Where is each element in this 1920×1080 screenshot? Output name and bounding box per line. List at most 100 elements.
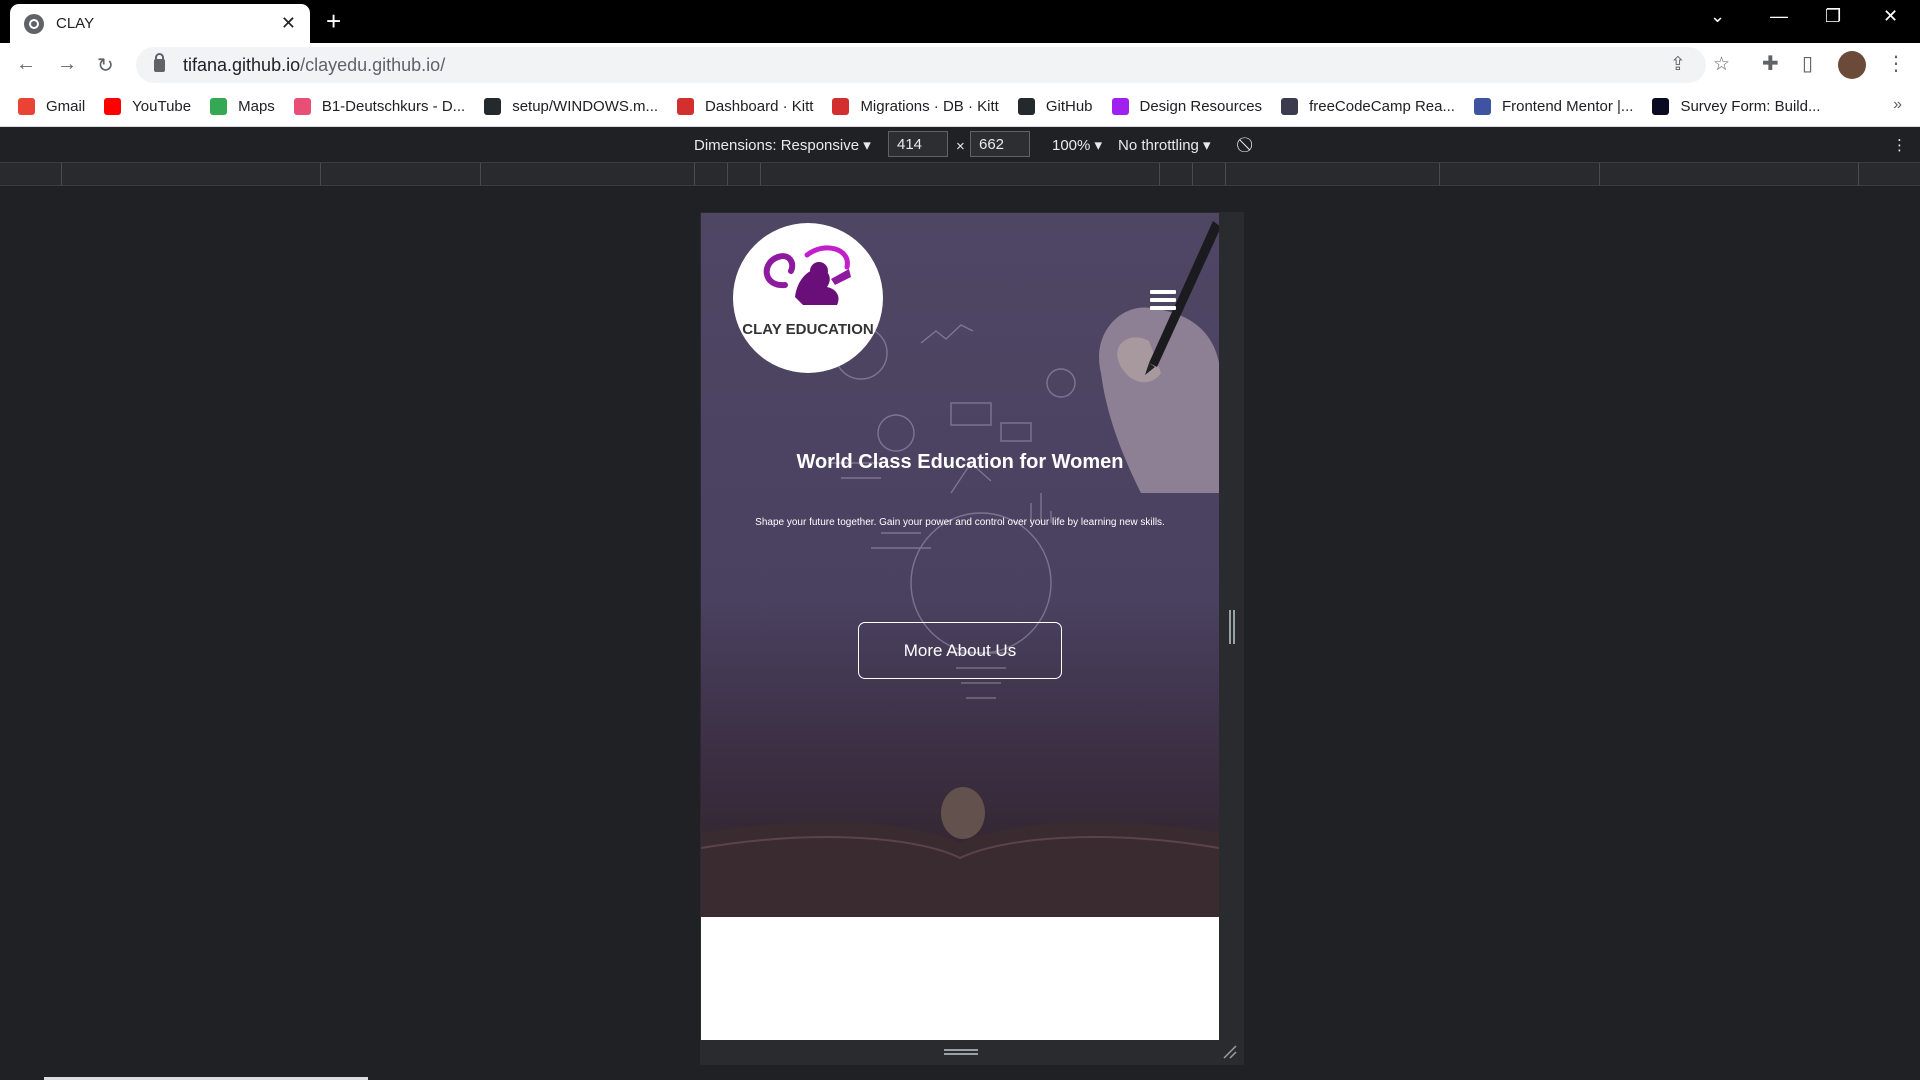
bookmark-item[interactable]: Frontend Mentor |... (1473, 98, 1634, 115)
bookmark-item[interactable]: Gmail (18, 98, 85, 115)
bookmarks-overflow-icon[interactable]: » (1893, 96, 1902, 114)
lock-icon[interactable] (154, 52, 165, 72)
dimensions-label: Dimensions: Responsive (694, 137, 860, 154)
reload-icon[interactable]: ↻ (97, 53, 114, 78)
menu-kebab-icon[interactable]: ⋮ (1886, 51, 1906, 76)
close-window-icon[interactable]: ✕ (1883, 6, 1898, 27)
ruler-segment[interactable] (727, 163, 728, 185)
bookmark-favicon-icon (1281, 98, 1299, 115)
device-toolbar: Dimensions: Responsive ▾ × 100% ▾ No thr… (0, 128, 1920, 162)
hero-subtitle: Shape your future together. Gain your po… (755, 517, 1165, 528)
bookmark-label: Design Resources (1139, 98, 1263, 115)
bookmark-favicon-icon (1017, 98, 1035, 115)
more-about-us-button[interactable]: More About Us (858, 622, 1062, 679)
bookmark-label: Migrations · DB · Kitt (860, 98, 999, 115)
browser-toolbar: ← → ↻ tifana.github.io/clayedu.github.io… (0, 43, 1920, 87)
new-tab-button[interactable]: + (326, 8, 341, 34)
times-sign: × (956, 138, 965, 155)
bookmarks-bar: Gmail YouTube Maps B1-Deutschkurs - D... set… (0, 87, 1920, 127)
tab-search-icon[interactable]: ⌄ (1710, 6, 1725, 27)
ruler-segment[interactable] (1599, 163, 1600, 185)
bookmark-label: Maps (238, 98, 275, 115)
bookmark-item[interactable]: YouTube (104, 98, 191, 115)
bookmark-label: GitHub (1045, 98, 1093, 115)
bookmark-label: YouTube (132, 98, 192, 115)
hero-title: World Class Education for Women (796, 451, 1124, 473)
side-panel-icon[interactable]: ▯ (1802, 51, 1813, 76)
bookmark-favicon-icon (18, 98, 35, 115)
bookmark-item[interactable]: Design Resources (1111, 98, 1263, 115)
bookmark-label: Dashboard · Kitt (705, 98, 814, 115)
bookmark-favicon-icon (293, 98, 311, 115)
bookmark-item[interactable]: Dashboard · Kitt (677, 98, 813, 115)
ruler-segment[interactable] (1225, 163, 1226, 185)
dimensions-dropdown[interactable]: Dimensions: Responsive ▾ (694, 136, 871, 154)
ruler-segment[interactable] (760, 163, 761, 185)
open-book-image (701, 787, 1219, 917)
bookmark-label: Gmail (46, 98, 86, 115)
ruler-segment[interactable] (694, 163, 695, 185)
ruler-segment[interactable] (61, 163, 62, 185)
throttling-label: No throttling (1118, 137, 1199, 154)
profile-avatar[interactable] (1838, 51, 1866, 79)
bookmark-item[interactable]: freeCodeCamp Rea... (1281, 98, 1455, 115)
bookmark-label: B1-Deutschkurs - D... (321, 98, 466, 115)
bookmark-item[interactable]: GitHub (1017, 98, 1093, 115)
page-content-area (701, 917, 1219, 1040)
globe-icon (24, 13, 44, 34)
browser-tab[interactable]: CLAY ✕ (10, 4, 310, 43)
bookmark-label: setup/WINDOWS.m... (512, 98, 659, 115)
minimize-icon[interactable]: — (1770, 6, 1788, 27)
hero-section: CLAY EDUCATION World Class Education for… (701, 213, 1219, 917)
ruler-segment[interactable] (320, 163, 321, 185)
close-tab-icon[interactable]: ✕ (281, 13, 296, 34)
width-input[interactable] (888, 131, 948, 157)
ruler-segment[interactable] (480, 163, 481, 185)
tab-title: CLAY (56, 15, 95, 32)
bookmark-item[interactable]: setup/WINDOWS.m... (484, 98, 658, 115)
ruler-segment[interactable] (1439, 163, 1440, 185)
bookmark-star-icon[interactable]: ☆ (1713, 53, 1730, 76)
bookmark-favicon-icon (484, 98, 502, 115)
bookmark-favicon-icon (1473, 98, 1491, 115)
url-path: /clayedu.github.io/ (300, 54, 446, 75)
title-bar: CLAY ✕ + ⌄ — ❐ ✕ (0, 0, 1920, 43)
ruler-segment[interactable] (1159, 163, 1160, 185)
address-bar[interactable]: tifana.github.io/clayedu.github.io/ (136, 47, 1706, 83)
emulated-viewport: CLAY EDUCATION World Class Education for… (701, 213, 1219, 1040)
share-icon[interactable]: ⇪ (1670, 53, 1686, 76)
throttling-dropdown[interactable]: No throttling ▾ (1118, 136, 1211, 154)
forward-icon[interactable]: → (57, 53, 77, 76)
bookmark-item[interactable]: Migrations · DB · Kitt (832, 98, 999, 115)
resize-bottom-handle[interactable] (944, 1049, 978, 1055)
bookmark-favicon-icon (832, 98, 850, 115)
bookmark-favicon-icon (1111, 98, 1129, 115)
url-host: tifana.github.io (183, 54, 301, 75)
ruler-segment[interactable] (1192, 163, 1193, 185)
media-query-ruler (0, 162, 1920, 186)
devtools-more-icon[interactable]: ⋮ (1892, 136, 1907, 154)
bookmark-item[interactable]: Maps (210, 98, 275, 115)
bookmark-label: Survey Form: Build... (1680, 98, 1821, 115)
bookmark-item[interactable]: B1-Deutschkurs - D... (293, 98, 466, 115)
bookmark-label: Frontend Mentor |... (1501, 98, 1634, 115)
hamburger-menu-icon[interactable] (1150, 290, 1176, 310)
bookmark-favicon-icon (1652, 98, 1670, 115)
height-input[interactable] (970, 131, 1030, 157)
bookmark-item[interactable]: Survey Form: Build... (1652, 98, 1820, 115)
logo-text: CLAY EDUCATION (742, 321, 874, 338)
woman-silhouette-logo-icon (763, 245, 851, 305)
zoom-label: 100% (1052, 137, 1091, 154)
resize-right-handle[interactable] (1229, 610, 1235, 644)
restore-icon[interactable]: ❐ (1825, 6, 1841, 27)
bookmark-favicon-icon (210, 98, 228, 115)
resize-corner-icon[interactable] (1222, 1044, 1238, 1060)
bookmark-label: freeCodeCamp Rea... (1309, 98, 1455, 115)
zoom-dropdown[interactable]: 100% ▾ (1052, 136, 1102, 154)
ruler-segment[interactable] (1858, 163, 1859, 185)
extensions-icon[interactable]: ✚ (1762, 51, 1779, 76)
clay-education-logo[interactable]: CLAY EDUCATION (733, 223, 883, 373)
back-icon[interactable]: ← (16, 53, 36, 76)
bookmark-favicon-icon (104, 98, 122, 115)
bookmark-favicon-icon (677, 98, 695, 115)
